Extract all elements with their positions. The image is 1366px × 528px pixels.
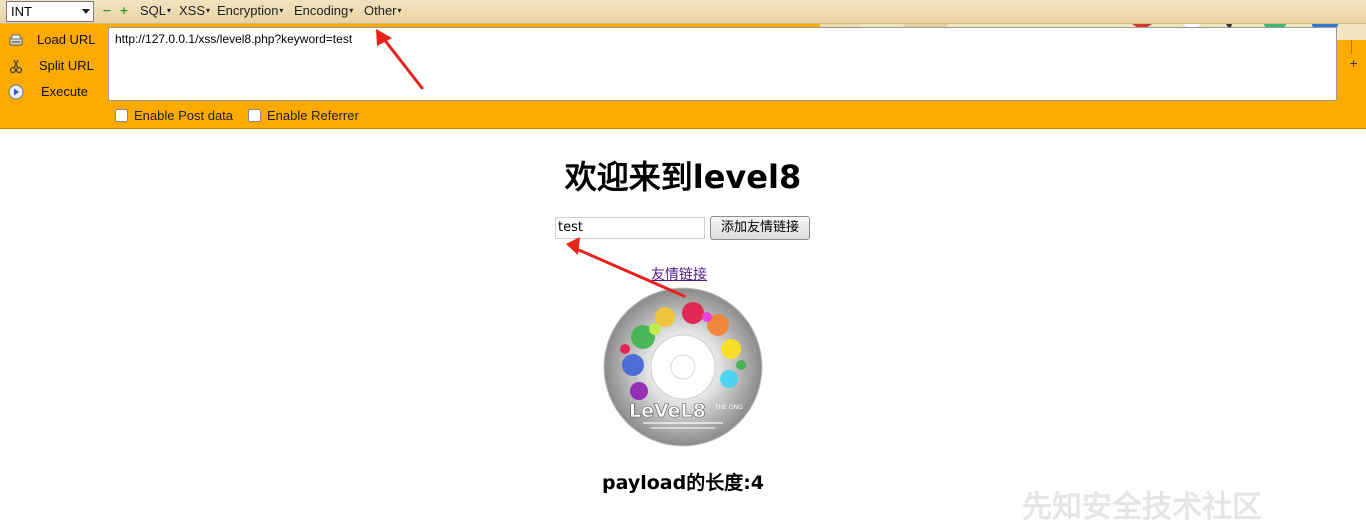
menu-other[interactable]: Other▾ — [364, 3, 402, 18]
load-url-label: Load URL — [37, 32, 96, 47]
dropdown-arrow-icon: ▾ — [349, 6, 354, 15]
menu-sql-label: SQL — [140, 3, 167, 18]
data-type-value: INT — [11, 4, 32, 19]
data-type-select[interactable]: INT — [6, 1, 94, 22]
dropdown-arrow-icon: ▾ — [279, 6, 284, 15]
chevron-down-icon — [82, 9, 90, 14]
dropdown-arrow-icon: ▾ — [206, 6, 211, 15]
play-icon — [8, 84, 24, 100]
menu-xss-label: XSS — [179, 3, 206, 18]
enable-referrer-label: Enable Referrer — [267, 108, 359, 123]
disc-logo-sub: THE ONG — [714, 404, 743, 411]
menu-sql[interactable]: SQL▾ — [140, 3, 171, 18]
zoom-in-icon[interactable]: + — [119, 5, 129, 16]
page-title: 欢迎来到level8 — [564, 158, 802, 196]
menu-encryption[interactable]: Encryption▾ — [217, 3, 283, 18]
friend-link[interactable]: 友情链接 — [651, 264, 707, 284]
keyword-input-value: test — [558, 220, 583, 235]
textarea-resize-edge — [1351, 40, 1357, 54]
keyword-input[interactable]: test — [555, 217, 705, 239]
url-textarea[interactable]: http://127.0.0.1/xss/level8.php?keyword=… — [108, 27, 1337, 101]
execute-label: Execute — [41, 84, 88, 99]
hackbar-menu-row: INT − + SQL▾ XSS▾ Encryption▾ Encoding▾ … — [0, 0, 1366, 24]
hackbar-toolbar: INT − + SQL▾ XSS▾ Encryption▾ Encoding▾ … — [0, 0, 1366, 129]
checkbox-box[interactable] — [248, 109, 261, 122]
split-url-label: Split URL — [39, 58, 94, 73]
watermark-text: 先知安全技术社区 — [1022, 490, 1262, 525]
menu-encoding[interactable]: Encoding▾ — [294, 3, 353, 18]
menu-xss[interactable]: XSS▾ — [179, 3, 210, 18]
level8-disc-image: LeVeL8 THE ONG — [603, 287, 763, 447]
load-url-icon — [9, 34, 23, 46]
menu-encoding-label: Encoding — [294, 3, 349, 18]
zoom-out-icon[interactable]: − — [102, 5, 112, 16]
disc-logo-text: LeVeL8 — [629, 400, 706, 422]
menu-encryption-label: Encryption — [217, 3, 279, 18]
add-friend-link-button[interactable]: 添加友情链接 — [710, 216, 810, 240]
scissors-icon — [9, 59, 23, 74]
checkbox-box[interactable] — [115, 109, 128, 122]
dropdown-arrow-icon: ▾ — [397, 6, 402, 15]
url-text: http://127.0.0.1/xss/level8.php?keyword=… — [115, 32, 353, 46]
menu-other-label: Other — [364, 3, 397, 18]
enable-post-data-label: Enable Post data — [134, 108, 234, 123]
dropdown-arrow-icon: ▾ — [167, 6, 172, 15]
expand-plus-icon[interactable]: + — [1349, 57, 1358, 70]
